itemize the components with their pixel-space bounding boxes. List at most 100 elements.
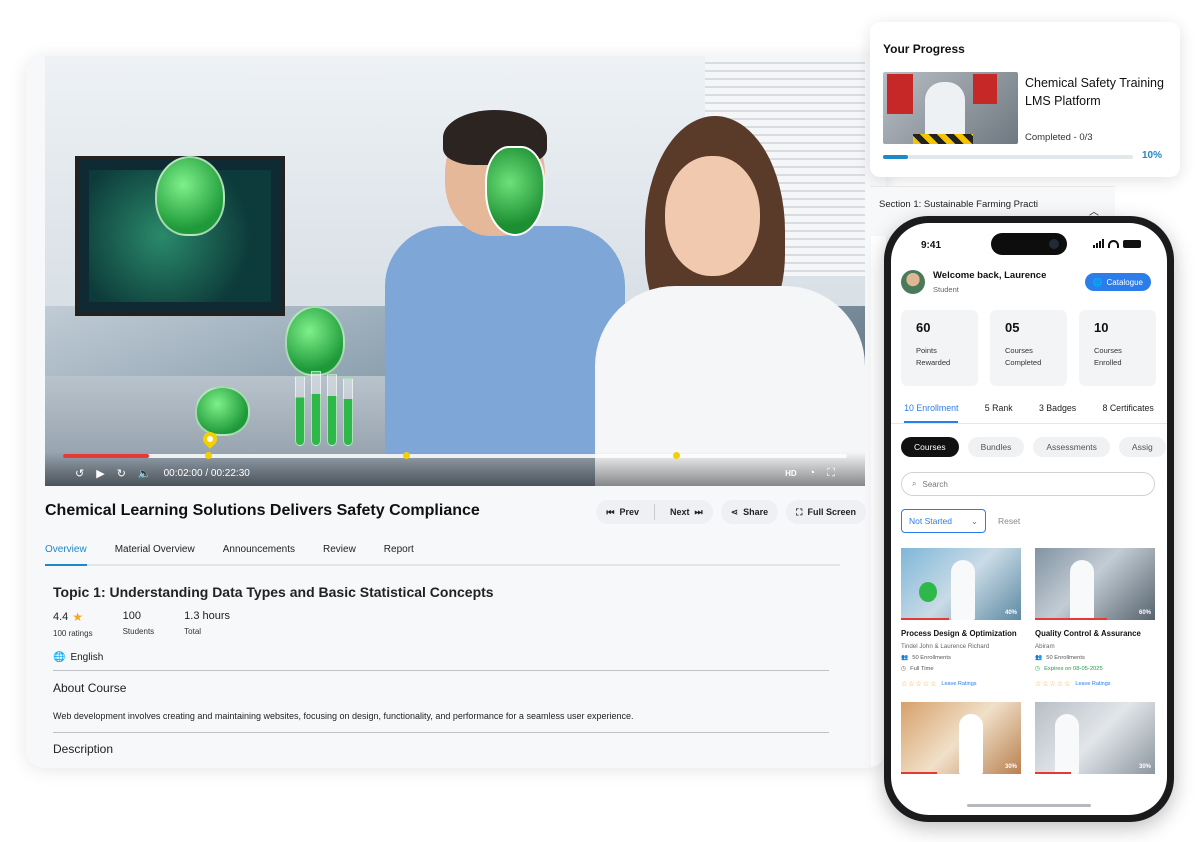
card-rating: ☆☆☆☆☆ Leave Ratings xyxy=(901,680,1021,688)
video-scene-tube xyxy=(311,371,321,446)
leave-ratings-link[interactable]: Leave Ratings xyxy=(1075,681,1110,687)
quality-button[interactable]: HD xyxy=(785,469,797,478)
card-rating: ☆☆☆☆☆ Leave Ratings xyxy=(1035,680,1155,688)
card-title: Quality Control & Assurance xyxy=(1035,629,1141,638)
video-scene-tube xyxy=(343,378,353,446)
progress-card: Your Progress Chemical Safety Training L… xyxy=(870,22,1180,177)
progress-bar xyxy=(883,155,1133,159)
full-screen-button[interactable]: ⛶ Full Screen xyxy=(786,500,866,524)
share-icon: ⋖ xyxy=(730,506,739,517)
course-thumbnail[interactable]: 30% xyxy=(1035,702,1155,774)
share-button[interactable]: ⋖ Share xyxy=(720,500,779,524)
globe-icon: 🌐 xyxy=(53,652,66,663)
chip-assessments[interactable]: Assessments xyxy=(1033,437,1110,457)
tab-rank[interactable]: 5 Rank xyxy=(985,396,1013,423)
star-icon: ★ xyxy=(72,610,84,624)
card-progress-bar xyxy=(901,772,937,774)
status-icons xyxy=(1093,239,1141,248)
card-progress-bar xyxy=(901,618,949,620)
tab-certificates[interactable]: 8 Certificates xyxy=(1102,396,1153,423)
course-card[interactable]: 40% Process Design & Optimization Tindel… xyxy=(901,548,1021,688)
search-input[interactable]: ⌕ Search xyxy=(901,472,1155,496)
card-progress: 60% xyxy=(1138,610,1151,616)
divider xyxy=(53,732,829,733)
leave-ratings-link[interactable]: Leave Ratings xyxy=(941,681,976,687)
tab-report[interactable]: Report xyxy=(384,536,414,564)
course-thumbnail[interactable]: 40% xyxy=(901,548,1021,620)
progress-course-name[interactable]: Chemical Safety Training LMS Platform xyxy=(1025,74,1170,110)
tab-enrollment[interactable]: 10 Enrollment xyxy=(904,396,959,423)
video-scrub-pin-icon[interactable] xyxy=(203,432,217,450)
divider xyxy=(53,670,829,671)
prev-button[interactable]: ⏮ Prev xyxy=(596,500,649,524)
progress-course-thumbnail[interactable] xyxy=(883,72,1018,144)
course-cards: 40% Process Design & Optimization Tindel… xyxy=(901,548,1156,774)
skip-forward-icon: ⏭ xyxy=(694,506,703,517)
status-filter-select[interactable]: Not Started ⌄ xyxy=(901,509,986,533)
video-player[interactable]: ↺ ▶ ↻ 🔈 00:02:00 / 00:22:30 HD ◔ ⛶ xyxy=(45,56,865,486)
phone-frame: 9:41 Welcome back, Laurence Student 🌐 Cat… xyxy=(884,216,1174,822)
star-outline-icon[interactable]: ☆☆☆☆☆ xyxy=(901,680,937,688)
course-thumbnail[interactable]: 30% xyxy=(901,702,1021,774)
phone-screen: 9:41 Welcome back, Laurence Student 🌐 Cat… xyxy=(891,223,1167,815)
speed-icon[interactable]: ◔ xyxy=(809,467,816,479)
progress-percent: 10% xyxy=(1142,150,1163,161)
card-meta: ◷ Full Time xyxy=(901,666,934,672)
about-text: Web development involves creating and ma… xyxy=(53,711,634,721)
welcome-text: Welcome back, Laurence xyxy=(933,270,1047,281)
course-stats: 4.4 ★ 100 ratings 100 Students 1.3 hours … xyxy=(53,610,230,638)
star-outline-icon[interactable]: ☆☆☆☆☆ xyxy=(1035,680,1071,688)
card-author: Abiram xyxy=(1035,643,1055,650)
course-card[interactable]: 30% xyxy=(1035,702,1155,774)
video-chapter-marker[interactable] xyxy=(403,452,410,459)
chip-courses[interactable]: Courses xyxy=(901,437,959,457)
volume-icon[interactable]: 🔈 xyxy=(138,467,152,480)
prev-next-group: ⏮ Prev Next ⏭ xyxy=(596,500,713,524)
signal-icon xyxy=(1093,239,1104,248)
card-author: Tindel John & Laurence Richard xyxy=(901,643,990,650)
stat-rating: 4.4 ★ 100 ratings xyxy=(53,610,93,638)
play-icon[interactable]: ▶ xyxy=(96,467,104,480)
next-button[interactable]: Next ⏭ xyxy=(660,500,713,524)
home-indicator xyxy=(967,804,1091,807)
video-scene-tube xyxy=(295,376,305,446)
tab-overview[interactable]: Overview xyxy=(45,536,87,566)
reset-button[interactable]: Reset xyxy=(998,516,1020,526)
globe-icon: 🌐 xyxy=(1092,277,1103,287)
dynamic-island xyxy=(991,233,1067,255)
chevron-down-icon: ⌄ xyxy=(970,515,978,526)
tab-material-overview[interactable]: Material Overview xyxy=(115,536,195,564)
course-card[interactable]: 60% Quality Control & Assurance Abiram 👥… xyxy=(1035,548,1155,688)
tab-announcements[interactable]: Announcements xyxy=(223,536,295,564)
skip-back-icon: ⏮ xyxy=(606,506,615,517)
chip-bundles[interactable]: Bundles xyxy=(967,437,1025,457)
avatar[interactable] xyxy=(901,270,925,294)
video-seek-bar[interactable] xyxy=(63,436,847,459)
fullscreen-icon[interactable]: ⛶ xyxy=(827,467,835,480)
tab-badges[interactable]: 3 Badges xyxy=(1039,396,1076,423)
card-meta: ◷ Expires on 08-05-2025 xyxy=(1035,666,1103,672)
forward-icon[interactable]: ↻ xyxy=(117,467,126,480)
tab-review[interactable]: Review xyxy=(323,536,356,564)
search-icon: ⌕ xyxy=(912,479,917,488)
topic-title: Topic 1: Understanding Data Types and Ba… xyxy=(53,584,494,600)
video-chapter-marker[interactable] xyxy=(205,452,212,459)
kpi-row: 60 Points Rewarded 05 Courses Completed 10… xyxy=(901,310,1156,386)
status-time: 9:41 xyxy=(921,240,942,251)
video-seek-played xyxy=(63,454,150,458)
battery-icon xyxy=(1123,239,1141,248)
video-controls: ↺ ▶ ↻ 🔈 00:02:00 / 00:22:30 HD ◔ ⛶ xyxy=(45,436,865,486)
clock-icon: ◷ xyxy=(901,666,907,672)
chip-assignments[interactable]: Assig xyxy=(1118,437,1166,457)
section-title: Section 1: Sustainable Farming Practi xyxy=(879,199,1038,210)
rewind-icon[interactable]: ↺ xyxy=(75,467,84,480)
card-progress: 40% xyxy=(1004,610,1017,616)
progress-completed: Completed - 0/3 xyxy=(1025,132,1093,143)
about-heading: About Course xyxy=(53,681,127,695)
course-thumbnail[interactable]: 60% xyxy=(1035,548,1155,620)
video-scene-held-flask xyxy=(485,146,545,236)
description-heading: Description xyxy=(53,742,114,756)
video-chapter-marker[interactable] xyxy=(673,452,680,459)
catalogue-button[interactable]: 🌐 Catalogue xyxy=(1084,273,1151,291)
course-card[interactable]: 30% xyxy=(901,702,1021,774)
